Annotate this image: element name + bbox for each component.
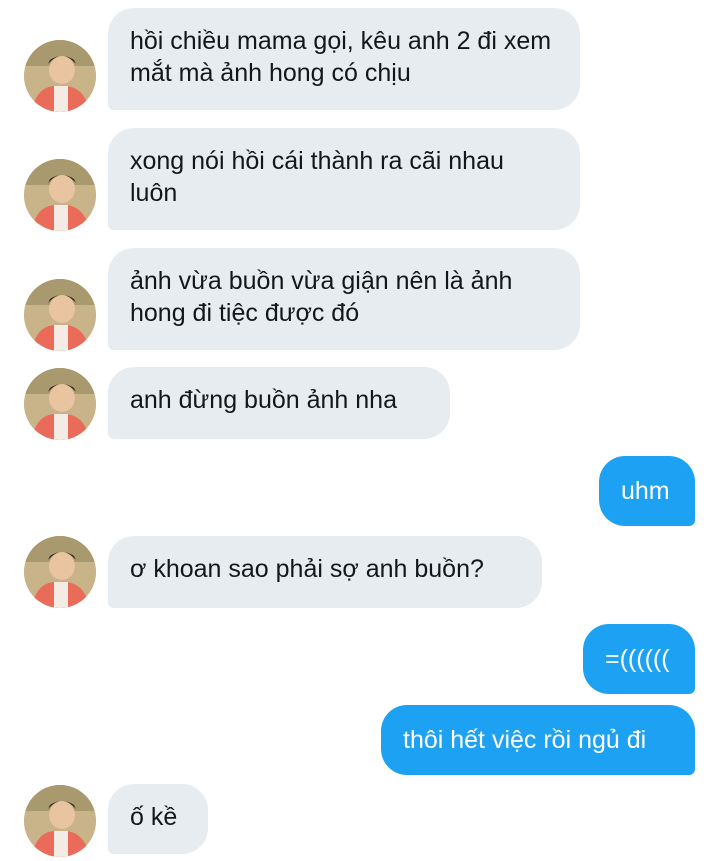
message-bubble-incoming[interactable]: hồi chiều mama gọi, kêu anh 2 đi xem mắt… <box>108 8 580 110</box>
message-bubble-incoming[interactable]: ố kề <box>108 784 208 854</box>
message-text: ảnh vừa buồn vừa giận nên là ảnh hong đi… <box>130 267 513 327</box>
sender-avatar[interactable] <box>24 159 96 231</box>
sender-avatar[interactable] <box>24 279 96 351</box>
message-bubble-incoming[interactable]: anh đừng buồn ảnh nha <box>108 367 450 439</box>
sender-avatar[interactable] <box>24 368 96 440</box>
message-text: hồi chiều mama gọi, kêu anh 2 đi xem mắt… <box>130 27 552 87</box>
message-text: uhm <box>621 477 670 505</box>
sender-avatar[interactable] <box>24 40 96 112</box>
message-bubble-incoming[interactable]: ơ khoan sao phải sợ anh buồn? <box>108 536 542 608</box>
message-text: thôi hết việc rồi ngủ đi <box>403 726 647 754</box>
message-text: anh đừng buồn ảnh nha <box>130 386 397 414</box>
message-text: ơ khoan sao phải sợ anh buồn? <box>130 555 484 583</box>
message-bubble-outgoing[interactable]: uhm <box>599 456 695 526</box>
message-text: ố kề <box>130 803 178 831</box>
message-bubble-incoming[interactable]: xong nói hồi cái thành ra cãi nhau luôn <box>108 128 580 230</box>
message-text: =(((((( <box>605 645 670 673</box>
message-bubble-outgoing[interactable]: =(((((( <box>583 624 695 694</box>
sender-avatar[interactable] <box>24 785 96 857</box>
message-text: xong nói hồi cái thành ra cãi nhau luôn <box>130 147 504 207</box>
sender-avatar[interactable] <box>24 536 96 608</box>
message-thread: hồi chiều mama gọi, kêu anh 2 đi xem mắt… <box>0 0 719 861</box>
message-bubble-incoming[interactable]: ảnh vừa buồn vừa giận nên là ảnh hong đi… <box>108 248 580 350</box>
message-bubble-outgoing[interactable]: thôi hết việc rồi ngủ đi <box>381 705 695 775</box>
